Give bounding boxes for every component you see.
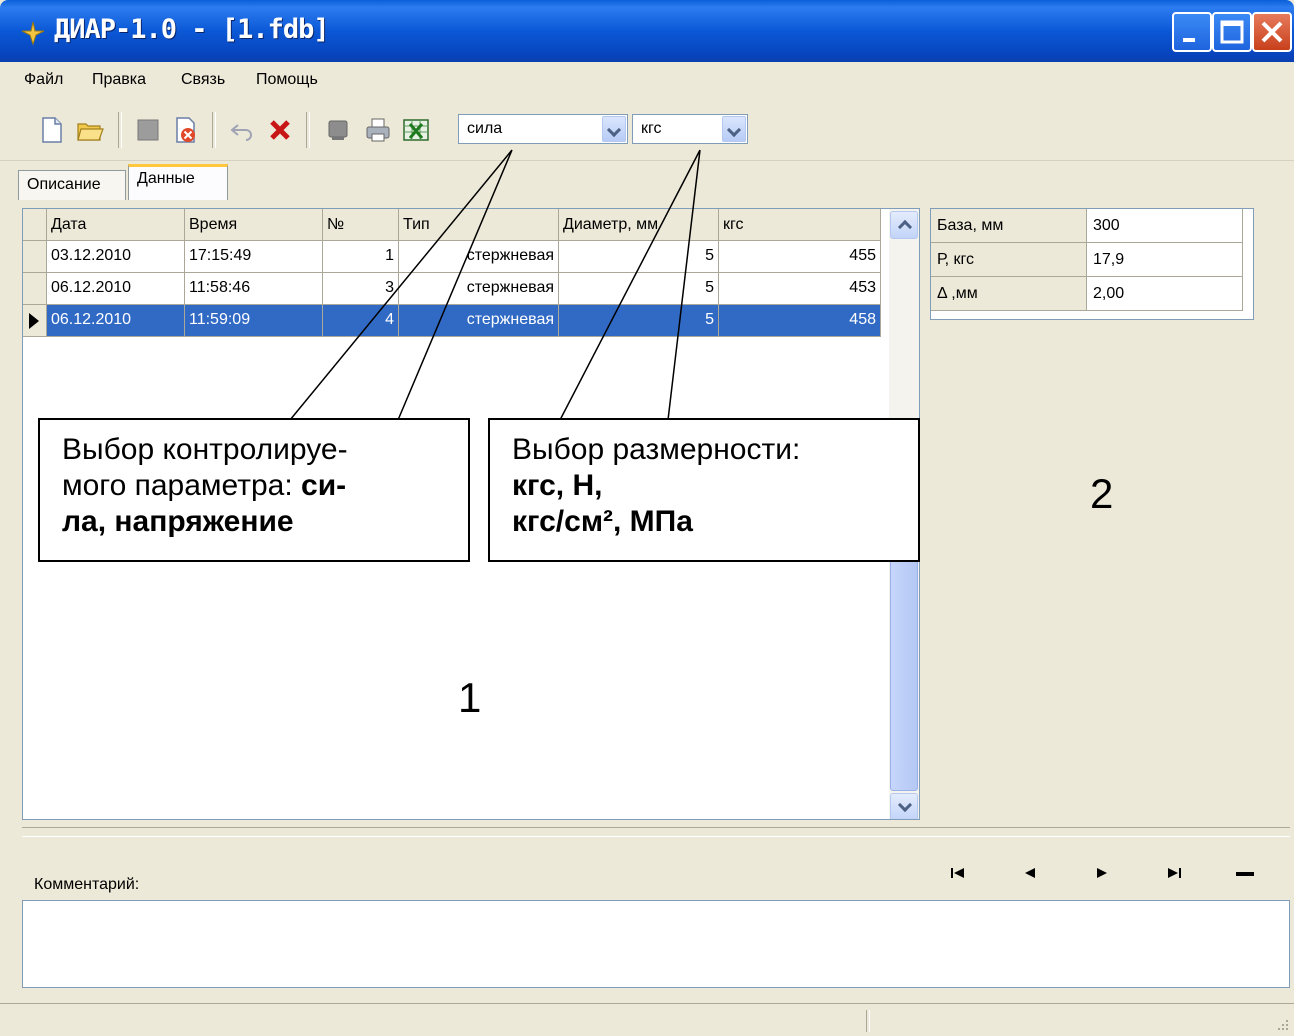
callout-units-line3: кгс/см², МПа xyxy=(512,505,693,538)
last-record-icon[interactable] xyxy=(1160,862,1186,884)
comment-label: Комментарий: xyxy=(34,876,140,893)
callout-param-line1: Выбор контролируе- xyxy=(62,433,348,466)
delete-record-icon[interactable] xyxy=(1232,862,1258,884)
first-record-icon[interactable] xyxy=(946,862,972,884)
callout-unit-selection: Выбор размерности: кгс, Н, кгс/см², МПа xyxy=(488,418,920,562)
horizontal-splitter[interactable] xyxy=(22,827,1290,837)
callout-units-line2: кгс, Н, xyxy=(512,469,603,502)
comment-textarea[interactable] xyxy=(22,900,1290,988)
callout-param-line3: ла, напряжение xyxy=(62,505,294,538)
next-record-icon[interactable] xyxy=(1088,862,1114,884)
callout-units-line1: Выбор размерности: xyxy=(512,433,801,466)
callout-parameter-selection: Выбор контролируе- мого параметра: си- л… xyxy=(38,418,470,562)
resize-grip-icon[interactable] xyxy=(1274,1016,1290,1032)
area-label-1: 1 xyxy=(458,674,482,721)
callout-param-line2: мого параметра: си- xyxy=(62,469,347,502)
status-bar xyxy=(0,1003,1294,1036)
previous-record-icon[interactable] xyxy=(1018,862,1044,884)
area-label-2: 2 xyxy=(1090,470,1114,517)
